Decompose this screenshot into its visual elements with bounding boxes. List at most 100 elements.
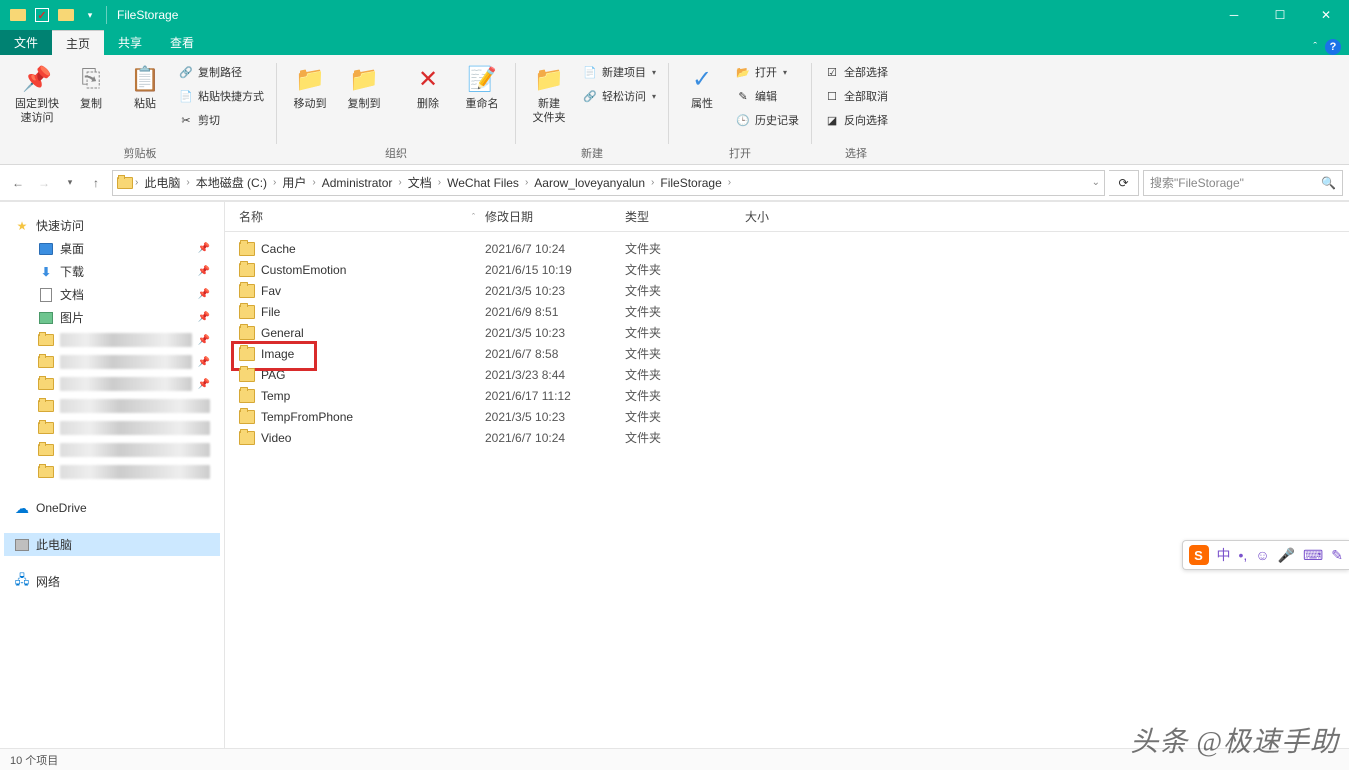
document-icon [38, 287, 54, 303]
tree-redacted-6[interactable] [4, 439, 220, 461]
col-type[interactable]: 类型 [625, 208, 745, 225]
file-row[interactable]: Image2021/6/7 8:58文件夹 [225, 343, 1349, 364]
file-row[interactable]: Cache2021/6/7 10:24文件夹 [225, 238, 1349, 259]
rename-button[interactable]: 📝 重命名 [457, 59, 507, 142]
tree-downloads[interactable]: ⬇下载📌 [4, 260, 220, 283]
tree-redacted-1[interactable]: 📌 [4, 329, 220, 351]
invert-selection-button[interactable]: ◪反向选择 [820, 109, 892, 131]
ime-toolbar[interactable]: S 中 •, ☺ 🎤 ⌨ ✎ [1182, 540, 1349, 570]
breadcrumb[interactable]: › 此电脑› 本地磁盘 (C:)› 用户› Administrator› 文档›… [112, 170, 1105, 196]
search-icon: 🔍 [1321, 176, 1336, 190]
crumb-0[interactable]: 此电脑 [140, 174, 184, 191]
qat-dropdown-icon[interactable]: ▾ [78, 3, 102, 27]
copy-to-button[interactable]: 📁 复制到 [339, 59, 389, 142]
forward-button[interactable]: → [32, 171, 56, 195]
tree-redacted-5[interactable] [4, 417, 220, 439]
ribbon: 📌 固定到快速访问 ⎘ 复制 📋 粘贴 🔗复制路径 📄粘贴快捷方式 ✂剪切 剪贴… [0, 55, 1349, 165]
pc-icon [14, 537, 30, 553]
ime-settings-icon[interactable]: ✎ [1331, 547, 1343, 564]
file-row[interactable]: File2021/6/9 8:51文件夹 [225, 301, 1349, 322]
move-to-button[interactable]: 📁 移动到 [285, 59, 335, 142]
col-date[interactable]: 修改日期 [485, 208, 625, 225]
file-row[interactable]: Fav2021/3/5 10:23文件夹 [225, 280, 1349, 301]
paste-button[interactable]: 📋 粘贴 [120, 59, 170, 142]
tree-redacted-2[interactable]: 📌 [4, 351, 220, 373]
file-name: CustomEmotion [261, 263, 346, 277]
ime-mic-icon[interactable]: 🎤 [1278, 547, 1295, 564]
crumb-4[interactable]: 文档 [404, 174, 436, 191]
tree-redacted-7[interactable] [4, 461, 220, 483]
tab-view[interactable]: 查看 [156, 30, 208, 55]
open-button[interactable]: 📂打开▾ [731, 61, 803, 83]
newfolder-icon: 📁 [533, 63, 565, 95]
qat-folder2-icon[interactable] [54, 3, 78, 27]
file-row[interactable]: PAG2021/3/23 8:44文件夹 [225, 364, 1349, 385]
crumb-2[interactable]: 用户 [278, 174, 310, 191]
minimize-button[interactable]: ─ [1211, 0, 1257, 30]
main-split: ★快速访问 桌面📌 ⬇下载📌 文档📌 图片📌 📌 📌 📌 ☁OneDrive 此… [0, 201, 1349, 748]
delete-button[interactable]: ✕ 删除 [403, 59, 453, 142]
col-size[interactable]: 大小 [745, 208, 825, 225]
crumb-5[interactable]: WeChat Files [443, 176, 523, 190]
tree-thispc[interactable]: 此电脑 [4, 533, 220, 556]
new-folder-button[interactable]: 📁 新建 文件夹 [524, 59, 574, 142]
crumb-6[interactable]: Aarow_loveyanyalun [530, 176, 649, 190]
file-row[interactable]: Temp2021/6/17 11:12文件夹 [225, 385, 1349, 406]
file-row[interactable]: Video2021/6/7 10:24文件夹 [225, 427, 1349, 448]
tree-documents[interactable]: 文档📌 [4, 283, 220, 306]
refresh-button[interactable]: ⟳ [1109, 170, 1139, 196]
recent-dropdown[interactable]: ▾ [58, 171, 82, 195]
pin-to-quick-access-button[interactable]: 📌 固定到快速访问 [12, 59, 62, 142]
tree-redacted-3[interactable]: 📌 [4, 373, 220, 395]
history-button[interactable]: 🕒历史记录 [731, 109, 803, 131]
tab-file[interactable]: 文件 [0, 30, 52, 55]
new-item-button[interactable]: 📄新建项目▾ [578, 61, 660, 83]
tree-quick-access[interactable]: ★快速访问 [4, 214, 220, 237]
properties-button[interactable]: ✓ 属性 [677, 59, 727, 142]
paste-shortcut-button[interactable]: 📄粘贴快捷方式 [174, 85, 268, 107]
file-row[interactable]: TempFromPhone2021/3/5 10:23文件夹 [225, 406, 1349, 427]
ime-keyboard-icon[interactable]: ⌨ [1303, 547, 1323, 564]
col-name[interactable]: 名称ˆ [225, 208, 485, 225]
maximize-button[interactable]: ☐ [1257, 0, 1303, 30]
crumb-3[interactable]: Administrator [318, 176, 397, 190]
ime-lang[interactable]: 中 [1217, 545, 1231, 565]
file-name: Fav [261, 284, 281, 298]
easy-access-button[interactable]: 🔗轻松访问▾ [578, 85, 660, 107]
qat-properties-icon[interactable]: ✓ [30, 3, 54, 27]
tree-onedrive[interactable]: ☁OneDrive [4, 497, 220, 519]
back-button[interactable]: ← [6, 171, 30, 195]
search-input[interactable]: 搜索"FileStorage" 🔍 [1143, 170, 1343, 196]
up-button[interactable]: ↑ [84, 171, 108, 195]
file-type: 文件夹 [625, 408, 745, 425]
tab-share[interactable]: 共享 [104, 30, 156, 55]
edit-button[interactable]: ✎编辑 [731, 85, 803, 107]
collapse-ribbon-icon[interactable]: ˆ [1313, 41, 1317, 53]
ime-punct-icon[interactable]: •, [1239, 547, 1248, 563]
tab-home[interactable]: 主页 [52, 30, 104, 55]
qat-folder-icon[interactable] [6, 3, 30, 27]
select-none-button[interactable]: ☐全部取消 [820, 85, 892, 107]
file-name: Temp [261, 389, 290, 403]
file-row[interactable]: CustomEmotion2021/6/15 10:19文件夹 [225, 259, 1349, 280]
ime-emoji-icon[interactable]: ☺ [1255, 547, 1269, 563]
cloud-icon: ☁ [14, 500, 30, 516]
select-all-button[interactable]: ☑全部选择 [820, 61, 892, 83]
tree-redacted-4[interactable] [4, 395, 220, 417]
sogou-logo-icon[interactable]: S [1189, 545, 1209, 565]
file-date: 2021/6/7 8:58 [485, 347, 625, 361]
cut-button[interactable]: ✂剪切 [174, 109, 268, 131]
copy-button[interactable]: ⎘ 复制 [66, 59, 116, 142]
crumb-1[interactable]: 本地磁盘 (C:) [192, 174, 271, 191]
help-icon[interactable]: ? [1325, 39, 1341, 55]
tree-pictures[interactable]: 图片📌 [4, 306, 220, 329]
breadcrumb-dropdown-icon[interactable]: ⌄ [1092, 177, 1100, 188]
tree-desktop[interactable]: 桌面📌 [4, 237, 220, 260]
tree-network[interactable]: 🖧网络 [4, 570, 220, 593]
file-row[interactable]: General2021/3/5 10:23文件夹 [225, 322, 1349, 343]
file-date: 2021/3/5 10:23 [485, 410, 625, 424]
close-button[interactable]: ✕ [1303, 0, 1349, 30]
folder-icon [239, 305, 255, 319]
copy-path-button[interactable]: 🔗复制路径 [174, 61, 268, 83]
crumb-7[interactable]: FileStorage [656, 176, 725, 190]
